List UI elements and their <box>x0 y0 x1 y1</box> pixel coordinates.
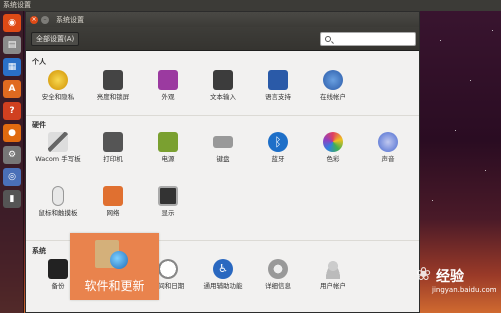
launcher: ◉ ▤ ▦ A ? ● ⚙ ◎ ▮ <box>0 11 24 313</box>
item-printer[interactable]: 打印机 <box>87 132 139 164</box>
item-details[interactable]: 详细信息 <box>252 259 304 291</box>
globe-icon <box>110 251 128 269</box>
sound-icon <box>378 132 398 152</box>
backup-icon <box>48 259 68 279</box>
item-label: 在线帐户 <box>320 93 346 101</box>
wacom-pen-icon <box>48 132 68 152</box>
section-title-hardware: 硬件 <box>32 121 46 129</box>
item-power[interactable]: 电源 <box>142 132 194 164</box>
item-label: 通用辅助功能 <box>203 282 243 290</box>
item-bluetooth[interactable]: ᛒ 蓝牙 <box>252 132 304 164</box>
item-label: 网络 <box>106 209 120 217</box>
keyboard-icon <box>213 136 233 148</box>
software-updates-label: 软件和更新 <box>84 279 145 293</box>
top-panel: 系统设置 <box>0 0 501 11</box>
privacy-icon <box>48 70 68 90</box>
item-mouse[interactable]: 鼠标和触摸板 <box>32 186 84 218</box>
users-icon <box>323 259 343 279</box>
help-icon[interactable]: ? <box>3 102 21 120</box>
item-label: 文本输入 <box>210 93 236 101</box>
item-label: 详细信息 <box>265 282 291 290</box>
item-label: 鼠标和触摸板 <box>38 209 78 217</box>
top-panel-title: 系统设置 <box>3 1 31 9</box>
search-icon <box>325 36 331 42</box>
section-title-personal: 个人 <box>32 58 46 66</box>
chromium-icon[interactable]: ◎ <box>3 168 21 186</box>
lock-icon <box>103 70 123 90</box>
appearance-icon <box>158 70 178 90</box>
item-label: 亮度和锁屏 <box>96 93 130 101</box>
printer-icon <box>103 132 123 152</box>
toolbar: 全部设置(A) <box>26 27 419 51</box>
network-icon <box>103 186 123 206</box>
item-wacom[interactable]: Wacom 手写板 <box>32 132 84 164</box>
mouse-icon <box>52 186 64 206</box>
watermark-brand: 经验 <box>436 269 464 285</box>
item-label: 键盘 <box>216 155 230 163</box>
item-keyboard[interactable]: 键盘 <box>197 132 249 164</box>
watermark: ❀ 经验 jingyan.baidu.com <box>412 262 498 302</box>
item-label: 打印机 <box>103 155 123 163</box>
item-label: 用户帐户 <box>320 282 346 290</box>
item-privacy[interactable]: 安全和隐私 <box>32 70 84 102</box>
accessibility-icon: ♿ <box>213 259 233 279</box>
item-label: 色彩 <box>326 155 340 163</box>
bluetooth-icon: ᛒ <box>268 132 288 152</box>
minimize-icon[interactable]: – <box>41 15 49 24</box>
color-icon <box>323 132 343 152</box>
item-label: 声音 <box>381 155 395 163</box>
item-accessibility[interactable]: ♿ 通用辅助功能 <box>197 259 249 291</box>
item-user-accounts[interactable]: 用户帐户 <box>307 259 359 291</box>
close-icon[interactable]: × <box>30 15 38 24</box>
item-label: 语言支持 <box>265 93 291 101</box>
item-network[interactable]: 网络 <box>87 186 139 218</box>
paw-logo-icon: ❀ <box>416 264 432 285</box>
item-label: 蓝牙 <box>271 155 285 163</box>
item-text-input[interactable]: 文本输入 <box>197 70 249 102</box>
gear-icon <box>268 259 288 279</box>
all-settings-button[interactable]: 全部设置(A) <box>31 32 80 46</box>
files-icon[interactable]: ▤ <box>3 36 21 54</box>
display-icon <box>158 186 178 206</box>
item-sound[interactable]: 声音 <box>362 132 414 164</box>
section-title-system: 系统 <box>32 247 46 255</box>
window-title: 系统设置 <box>56 15 84 24</box>
watermark-url: jingyan.baidu.com <box>432 286 497 294</box>
item-label: 安全和隐私 <box>41 93 75 101</box>
section-divider <box>26 115 419 116</box>
item-language[interactable]: 语言支持 <box>252 70 304 102</box>
dash-home-icon[interactable]: ◉ <box>3 14 21 32</box>
item-display[interactable]: 显示 <box>142 186 194 218</box>
trash-icon[interactable]: ▮ <box>3 190 21 208</box>
item-label: Wacom 手写板 <box>35 155 81 163</box>
firefox-icon[interactable]: ● <box>3 124 21 142</box>
software-updates-highlight[interactable]: 软件和更新 <box>70 233 159 300</box>
item-appearance[interactable]: 外观 <box>142 70 194 102</box>
item-online-accounts[interactable]: 在线帐户 <box>307 70 359 102</box>
item-label: 外观 <box>161 93 175 101</box>
clock-icon <box>158 259 178 279</box>
keyboard-input-icon <box>213 70 233 90</box>
item-label: 显示 <box>161 209 175 217</box>
writer-icon[interactable]: ▦ <box>3 58 21 76</box>
item-color[interactable]: 色彩 <box>307 132 359 164</box>
item-brightness-lock[interactable]: 亮度和锁屏 <box>87 70 139 102</box>
power-icon <box>158 132 178 152</box>
search-input[interactable] <box>320 32 416 46</box>
title-bar: × – 系统设置 <box>26 12 419 27</box>
system-settings-icon[interactable]: ⚙ <box>3 146 21 164</box>
language-flag-icon <box>268 70 288 90</box>
online-accounts-icon <box>323 70 343 90</box>
item-label: 电源 <box>161 155 175 163</box>
software-center-icon[interactable]: A <box>3 80 21 98</box>
